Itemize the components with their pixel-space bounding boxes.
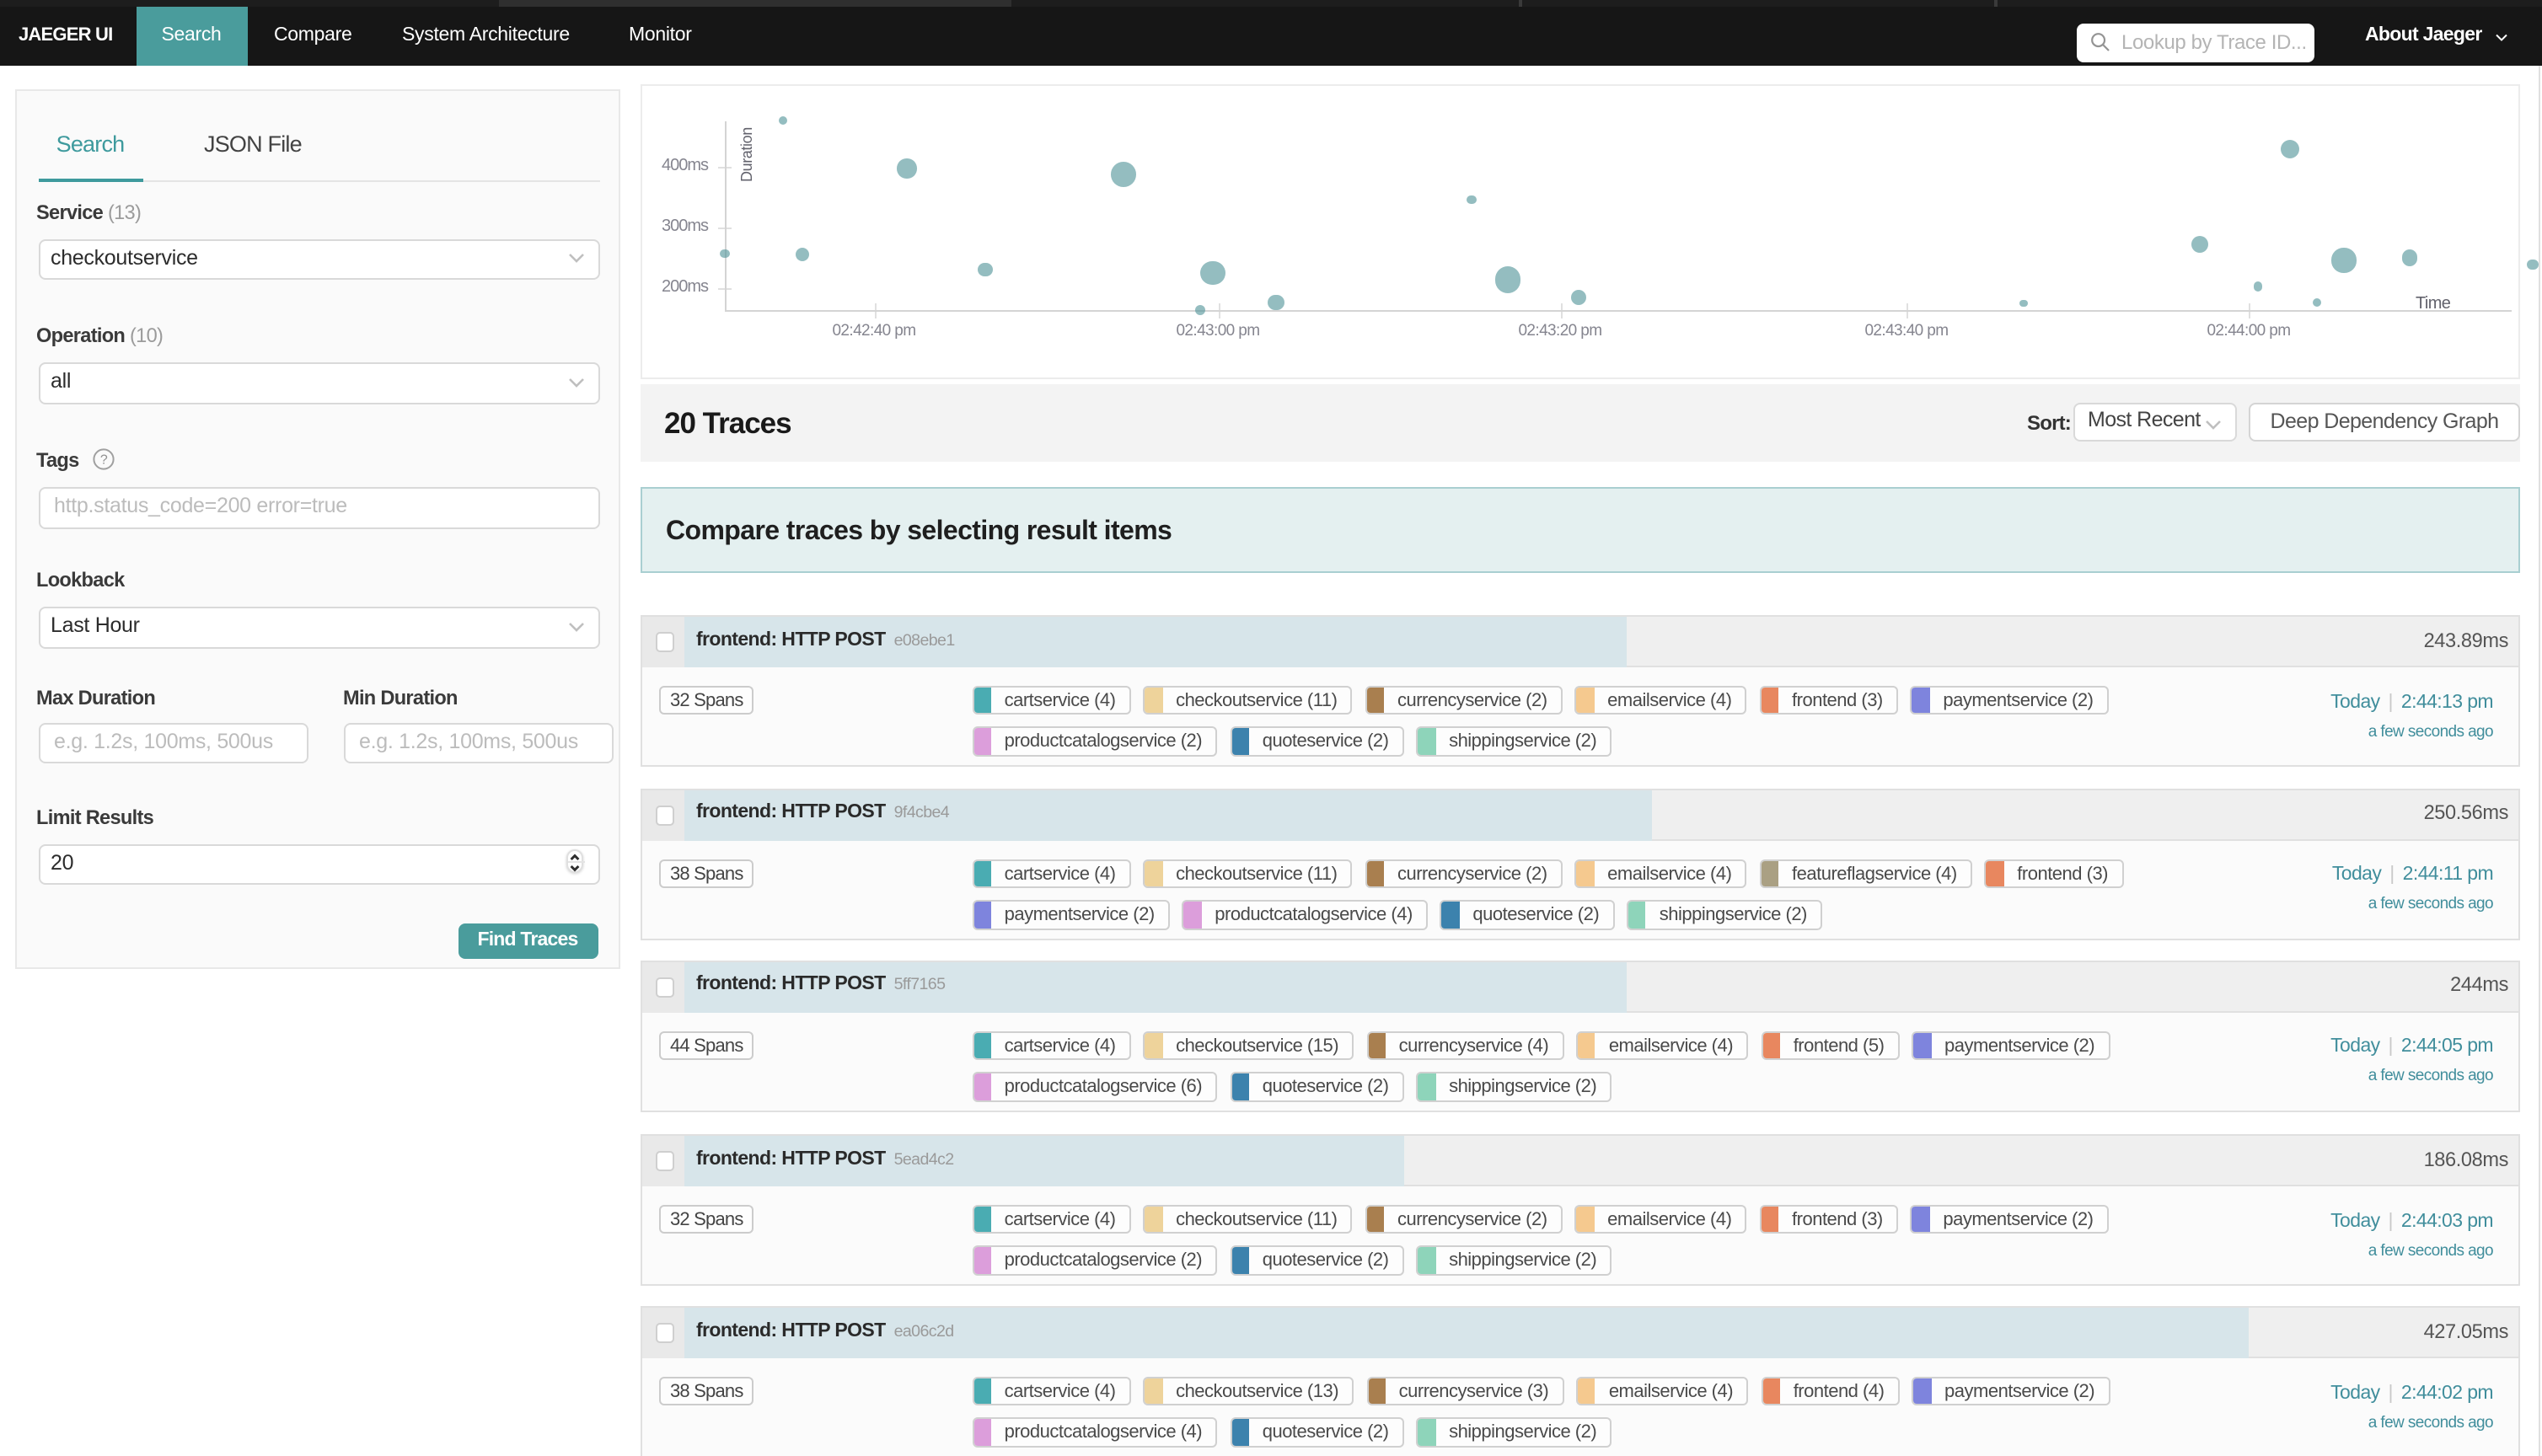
svg-text:?: ? (99, 453, 107, 468)
